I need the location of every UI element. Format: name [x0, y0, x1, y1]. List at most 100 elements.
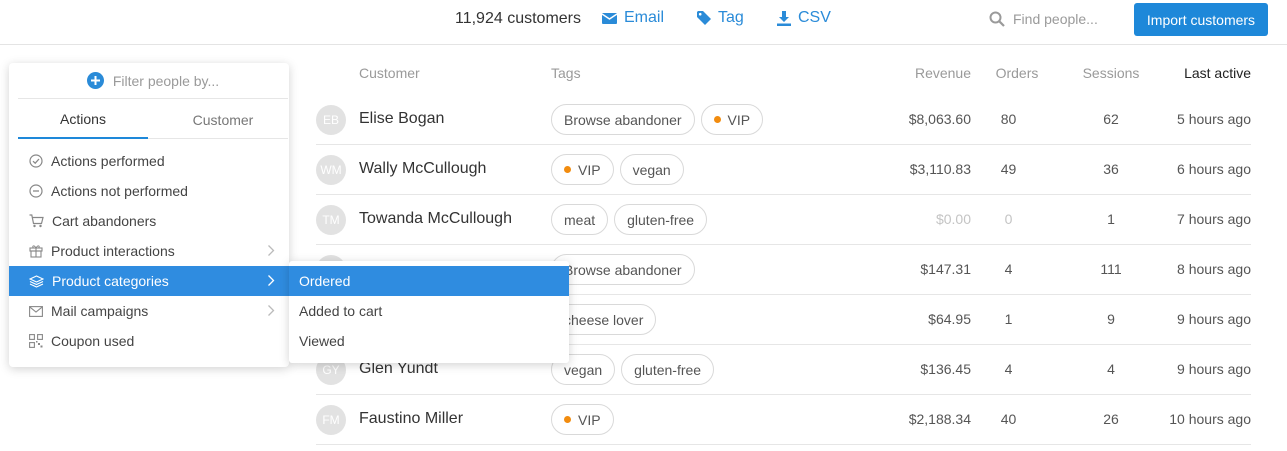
avatar: FM [316, 405, 346, 435]
chevron-right-icon [267, 304, 275, 317]
column-header-orders[interactable]: Orders [986, 65, 1048, 81]
orders-value: 1 [1004, 311, 1013, 327]
revenue-value: $3,110.83 [909, 161, 971, 177]
sessions-value: 4 [1107, 361, 1115, 377]
tag-chip[interactable]: VIP [551, 154, 614, 185]
filter-item-cart-abandoners[interactable]: Cart abandoners [9, 206, 289, 236]
avatar: WM [316, 155, 346, 185]
gift-icon [29, 244, 43, 258]
submenu-item-ordered[interactable]: Ordered [289, 266, 569, 296]
tag-chip[interactable]: VIP [551, 404, 614, 435]
tag-chip[interactable]: VIP [700, 104, 764, 135]
plus-circle-icon [86, 72, 104, 89]
vip-dot-icon [713, 116, 721, 123]
orders-value: 0 [1004, 211, 1013, 227]
last-active-value: 9 hours ago [1177, 311, 1251, 327]
filter-item-actions-performed[interactable]: Actions performed [9, 146, 289, 176]
table-row[interactable]: TM Towanda McCullough meat gluten-free $0.00… [316, 195, 1251, 245]
last-active-value: 8 hours ago [1177, 261, 1251, 277]
tag-list: Browse abandoner [551, 254, 695, 285]
filter-item-product-interactions[interactable]: Product interactions [9, 236, 289, 266]
column-header-sessions[interactable]: Sessions [1076, 65, 1146, 81]
filter-item-label: Actions performed [51, 153, 165, 169]
column-header-customer[interactable]: Customer [359, 65, 420, 81]
import-customers-button[interactable]: Import customers [1134, 3, 1268, 36]
filter-item-label: Actions not performed [51, 183, 188, 199]
tag-list: vegan gluten-free [551, 354, 715, 385]
tag-chip[interactable]: gluten-free [621, 354, 715, 385]
orders-value: 40 [1000, 411, 1017, 427]
column-header-revenue[interactable]: Revenue [876, 65, 971, 81]
customer-count: 11,924 customers [455, 10, 581, 27]
tag-chip[interactable]: gluten-free [614, 204, 708, 235]
top-bar: 11,924 customers Email Tag CSV Import cu… [0, 0, 1287, 45]
layers-icon [29, 274, 44, 288]
tag-label: Browse abandoner [564, 261, 682, 278]
search-input[interactable] [1013, 11, 1113, 27]
tag-label: Tag [718, 9, 744, 26]
customer-name[interactable]: Elise Bogan [359, 110, 444, 128]
filter-popover: Filter people by... Actions Customer Act… [9, 63, 289, 367]
filter-item-product-categories[interactable]: Product categories [9, 266, 289, 296]
filter-item-coupon-used[interactable]: Coupon used [9, 326, 289, 356]
envelope-icon [602, 12, 617, 24]
search-box [989, 8, 1119, 30]
last-active-value: 5 hours ago [1177, 111, 1251, 127]
table-row[interactable]: EB Elise Bogan Browse abandoner VIP $8,063.6… [316, 95, 1251, 145]
csv-label: CSV [798, 9, 831, 26]
filter-item-label: Product categories [52, 273, 169, 289]
revenue-value: $136.45 [920, 361, 971, 377]
last-active-value: 10 hours ago [1169, 411, 1251, 427]
last-active-value: 6 hours ago [1177, 161, 1251, 177]
table-row[interactable]: WM Wally McCullough VIP vegan $3,110.83 49 36 6… [316, 145, 1251, 195]
revenue-value: $2,188.34 [908, 411, 971, 427]
tag-button[interactable]: Tag [697, 9, 744, 27]
tag-list: meat gluten-free [551, 204, 708, 235]
customer-name[interactable]: Towanda McCullough [359, 210, 512, 228]
tab-customer[interactable]: Customer [158, 101, 288, 139]
avatar: EB [316, 105, 346, 135]
tab-actions[interactable]: Actions [18, 101, 148, 139]
chevron-right-icon [267, 244, 275, 257]
filter-tabs: Actions Customer [18, 101, 288, 139]
tag-label: VIP [727, 111, 751, 128]
orders-value: 4 [1004, 361, 1013, 377]
vip-dot-icon [564, 166, 571, 173]
tag-label: meat [564, 211, 596, 228]
orders-value: 80 [1000, 111, 1017, 127]
filter-item-mail-campaigns[interactable]: Mail campaigns [9, 296, 289, 326]
email-label: Email [624, 9, 665, 26]
tag-label: vegan [632, 161, 671, 178]
sessions-value: 1 [1107, 211, 1115, 227]
sessions-value: 26 [1103, 411, 1119, 427]
filter-item-label: Mail campaigns [51, 303, 149, 319]
tag-label: gluten-free [627, 211, 695, 228]
csv-button[interactable]: CSV [777, 9, 831, 27]
filter-item-label: Cart abandoners [52, 213, 157, 229]
search-icon [989, 11, 1005, 27]
table-row[interactable]: FM Faustino Miller VIP $2,188.34 40 26 10 hour… [316, 395, 1251, 445]
filter-header-label: Filter people by... [112, 72, 220, 89]
tag-chip[interactable]: Browse abandoner [551, 104, 695, 135]
email-button[interactable]: Email [602, 9, 664, 27]
filter-item-actions-not-performed[interactable]: Actions not performed [9, 176, 289, 206]
column-header-last-active[interactable]: Last active [1156, 65, 1251, 81]
revenue-value: $8,063.60 [908, 111, 971, 127]
revenue-value: $64.95 [928, 311, 971, 327]
last-active-value: 7 hours ago [1177, 211, 1251, 227]
tag-label: gluten-free [634, 361, 702, 378]
customer-name[interactable]: Wally McCullough [359, 160, 486, 178]
filter-header[interactable]: Filter people by... [18, 63, 288, 99]
submenu-item-added-to-cart[interactable]: Added to cart [289, 296, 569, 326]
tag-list: VIP [551, 404, 614, 435]
tag-chip[interactable]: Browse abandoner [551, 254, 695, 285]
tag-label: cheese lover [564, 311, 644, 328]
avatar: TM [316, 205, 346, 235]
vip-dot-icon [564, 416, 571, 423]
tag-label: VIP [578, 161, 601, 178]
tag-chip[interactable]: meat [551, 204, 609, 235]
tag-chip[interactable]: vegan [619, 154, 684, 185]
submenu-item-viewed[interactable]: Viewed [289, 326, 569, 356]
last-active-value: 9 hours ago [1177, 361, 1251, 377]
customer-name[interactable]: Faustino Miller [359, 410, 463, 428]
